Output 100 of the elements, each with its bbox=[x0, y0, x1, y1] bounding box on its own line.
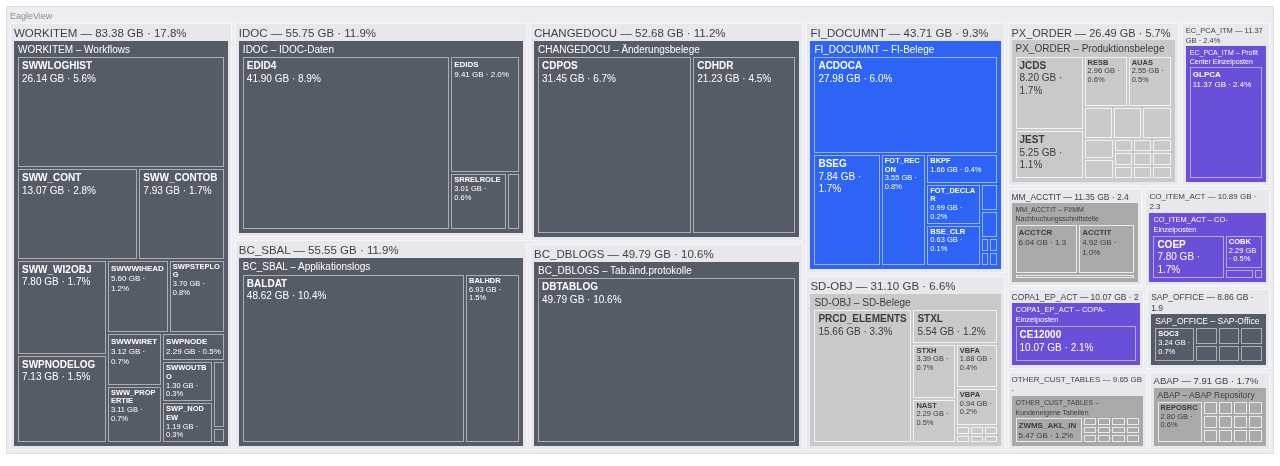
treemap-tile[interactable]: CE12000 10.07 GB · 2.1% bbox=[1015, 326, 1137, 362]
table-size: 48.62 GB · 10.4% bbox=[246, 290, 327, 303]
treemap-tile[interactable]: EDIDS 9.41 GB · 2.0% bbox=[451, 57, 520, 173]
treemap-tile bbox=[1134, 166, 1152, 178]
category-block[interactable]: BC_DBLOGS – Tab.änd.protokolle DBTABLOG 49.79 GB · 10.6% bbox=[534, 261, 800, 446]
table-name: PRCD_ELEMENTS bbox=[818, 313, 907, 326]
table-name: JEST bbox=[1019, 134, 1045, 147]
treemap-tile[interactable]: CDHDR 21.23 GB · 4.5% bbox=[693, 57, 796, 233]
category-header: MM_ACCTIT — 11.35 GB · 2.4 bbox=[1011, 191, 1129, 203]
treemap-tile bbox=[213, 362, 224, 428]
treemap-tile[interactable]: JEST 5.25 GB · 1.1% bbox=[1015, 131, 1083, 178]
category-header: BC_DBLOGS — 49.79 GB · 10.6% bbox=[534, 246, 714, 262]
treemap-tile bbox=[1084, 140, 1113, 159]
table-size: 26.14 GB · 5.6% bbox=[22, 72, 96, 86]
treemap-tile bbox=[1204, 402, 1218, 415]
treemap-tile[interactable]: EDID4 41.90 GB · 8.9% bbox=[242, 57, 450, 230]
category-header: PX_ORDER — 26.49 GB · 5.7% bbox=[1011, 26, 1171, 41]
treemap-tile bbox=[1249, 402, 1262, 415]
treemap-tile[interactable]: SWWWIRET 3.12 GB · 0.7% bbox=[107, 334, 162, 385]
table-name: ACCTCR bbox=[1018, 227, 1053, 238]
treemap-tile[interactable]: ACDOCA 27.98 GB · 6.0% bbox=[814, 57, 997, 154]
treemap-tile bbox=[1143, 108, 1171, 139]
table-name: BSEG bbox=[818, 158, 847, 171]
table-size: 6.04 GB · 1.3 bbox=[1018, 237, 1067, 248]
category-header: BC_SBAL — 55.55 GB · 11.9% bbox=[238, 243, 399, 259]
treemap-tile bbox=[1153, 140, 1171, 152]
treemap-tile[interactable]: SWWLOGHIST 26.14 GB · 5.6% bbox=[18, 57, 224, 168]
table-size: 21.23 GB · 4.5% bbox=[697, 72, 772, 86]
table-name: EDIDS bbox=[454, 60, 479, 71]
table-name: SWWWIRET bbox=[110, 337, 158, 347]
treemap-tile bbox=[1196, 345, 1217, 362]
block-title: BC_SBAL – Applikationslogs bbox=[242, 260, 371, 275]
treemap-tile bbox=[1234, 416, 1248, 429]
table-name: ACDOCA bbox=[818, 60, 863, 73]
treemap-tile[interactable]: ACCTCR 6.04 GB · 1.3 bbox=[1015, 224, 1078, 274]
table-size: 2.29 GB · 0.5% bbox=[166, 347, 221, 357]
treemap-tile bbox=[1241, 328, 1262, 344]
treemap-tile bbox=[1219, 416, 1233, 429]
app-title: EagleView bbox=[10, 10, 53, 23]
table-size: 13.07 GB · 2.8% bbox=[22, 184, 96, 198]
table-name: JCDS bbox=[1019, 59, 1047, 73]
table-size: 15.66 GB · 3.3% bbox=[818, 325, 893, 339]
category-header: SAP_OFFICE — 8.86 GB · 1.9 bbox=[1151, 291, 1255, 314]
category-header: CHANGEDOCU — 52.68 GB · 11.2% bbox=[534, 26, 726, 41]
treemap-tile[interactable]: SWPNODELOG 7.13 GB · 1.5% bbox=[18, 355, 106, 442]
treemap-tile[interactable]: BSEG 7.84 GB · 1.7% bbox=[814, 155, 880, 265]
category-header: ABAP — 7.91 GB · 1.7% bbox=[1153, 375, 1259, 388]
treemap-tile[interactable]: STXL 5.54 GB · 1.2% bbox=[913, 310, 997, 343]
table-name: ZWMS_AKL_IN bbox=[1018, 421, 1077, 432]
treemap-tile[interactable]: SWW_CONTOB 7.93 GB · 1.7% bbox=[139, 169, 224, 259]
treemap-tile[interactable]: SWWWIHEAD 5.60 GB · 1.2% bbox=[107, 260, 168, 332]
category-block[interactable]: CHANGEDOCU – Änderungsbelege CDPOS 31.45 GB · 6.7% CDHDR 21.23 GB · 4.5% bbox=[534, 40, 800, 237]
table-size: 8.20 GB · 1.7% bbox=[1019, 72, 1064, 98]
table-size: 3.12 GB · 0.7% bbox=[110, 347, 147, 367]
treemap-tile[interactable]: CDPOS 31.45 GB · 6.7% bbox=[538, 57, 692, 233]
treemap-tile[interactable]: COEP 7.80 GB · 1.7% bbox=[1153, 235, 1224, 278]
treemap-tile bbox=[1249, 430, 1262, 442]
treemap-tile bbox=[1134, 153, 1152, 165]
treemap-tile[interactable]: BALDAT 48.62 GB · 10.4% bbox=[242, 274, 464, 442]
block-title: SAP_OFFICE – SAP-Office bbox=[1155, 315, 1260, 328]
treemap-tile[interactable]: SWW_CONT 13.07 GB · 2.8% bbox=[18, 169, 138, 259]
table-size: 27.98 GB · 6.0% bbox=[818, 72, 893, 86]
treemap-tile bbox=[1084, 108, 1112, 139]
category-header: CO_ITEM_ACT — 10.89 GB · 2.3 bbox=[1149, 191, 1258, 213]
treemap-tile[interactable]: ACCTIT 4.92 GB · 1.0% bbox=[1079, 224, 1135, 274]
table-size: 5.60 GB · 1.2% bbox=[110, 273, 147, 294]
table-name: GLPCA bbox=[1192, 70, 1221, 81]
table-name: CE12000 bbox=[1019, 329, 1062, 342]
treemap-tile bbox=[1234, 402, 1248, 415]
treemap-tile[interactable]: SWPNODE 2.29 GB · 0.5% bbox=[163, 334, 224, 361]
treemap-tile bbox=[1204, 430, 1218, 442]
table-name: CDHDR bbox=[697, 60, 734, 73]
table-size: 5.54 GB · 1.2% bbox=[917, 325, 986, 339]
table-size: 49.79 GB · 10.6% bbox=[542, 293, 622, 307]
table-size: 7.93 GB · 1.7% bbox=[143, 184, 212, 198]
treemap-tile[interactable]: ZWMS_AKL_IN 5.47 GB · 1.2% bbox=[1015, 418, 1083, 442]
table-name: SWW_WI2OBJ bbox=[22, 263, 92, 277]
table-name: SWW_CONTOB bbox=[143, 172, 218, 185]
table-size: 10.07 GB · 2.1% bbox=[1019, 341, 1094, 355]
table-size: 7.13 GB · 1.5% bbox=[22, 371, 91, 384]
block-title: CHANGEDOCU – Änderungsbelege bbox=[538, 42, 700, 57]
treemap-tile bbox=[1219, 430, 1233, 442]
category-header: WORKITEM — 83.38 GB · 17.8% bbox=[14, 26, 187, 41]
treemap-tile[interactable]: PRCD_ELEMENTS 15.66 GB · 3.3% bbox=[814, 310, 912, 442]
treemap-tile[interactable]: SWW_WI2OBJ 7.80 GB · 1.7% bbox=[18, 260, 106, 354]
treemap-tile bbox=[1153, 166, 1171, 178]
table-size: 41.90 GB · 8.9% bbox=[246, 72, 321, 86]
category-header: OTHER_CUST_TABLES — 9.65 GB · bbox=[1011, 375, 1143, 397]
block-title: BC_DBLOGS – Tab.änd.protokolle bbox=[538, 263, 692, 278]
treemap-tile bbox=[1114, 140, 1132, 152]
category-header: IDOC — 55.75 GB · 11.9% bbox=[238, 26, 377, 41]
treemap-tile bbox=[981, 212, 997, 238]
block-title: ABAP – ABAP Repository bbox=[1157, 388, 1255, 402]
table-name: SWWWIHEAD bbox=[110, 263, 164, 274]
treemap-tile bbox=[1113, 108, 1142, 139]
treemap-tile[interactable]: GLPCA 11.37 GB · 2.4% bbox=[1189, 67, 1262, 178]
treemap-tile[interactable]: DBTABLOG 49.79 GB · 10.6% bbox=[538, 278, 796, 442]
treemap-tile bbox=[981, 184, 997, 210]
table-size: 9.41 GB · 2.0% bbox=[454, 70, 509, 81]
treemap-tile[interactable]: JCDS 8.20 GB · 1.7% bbox=[1015, 56, 1083, 130]
